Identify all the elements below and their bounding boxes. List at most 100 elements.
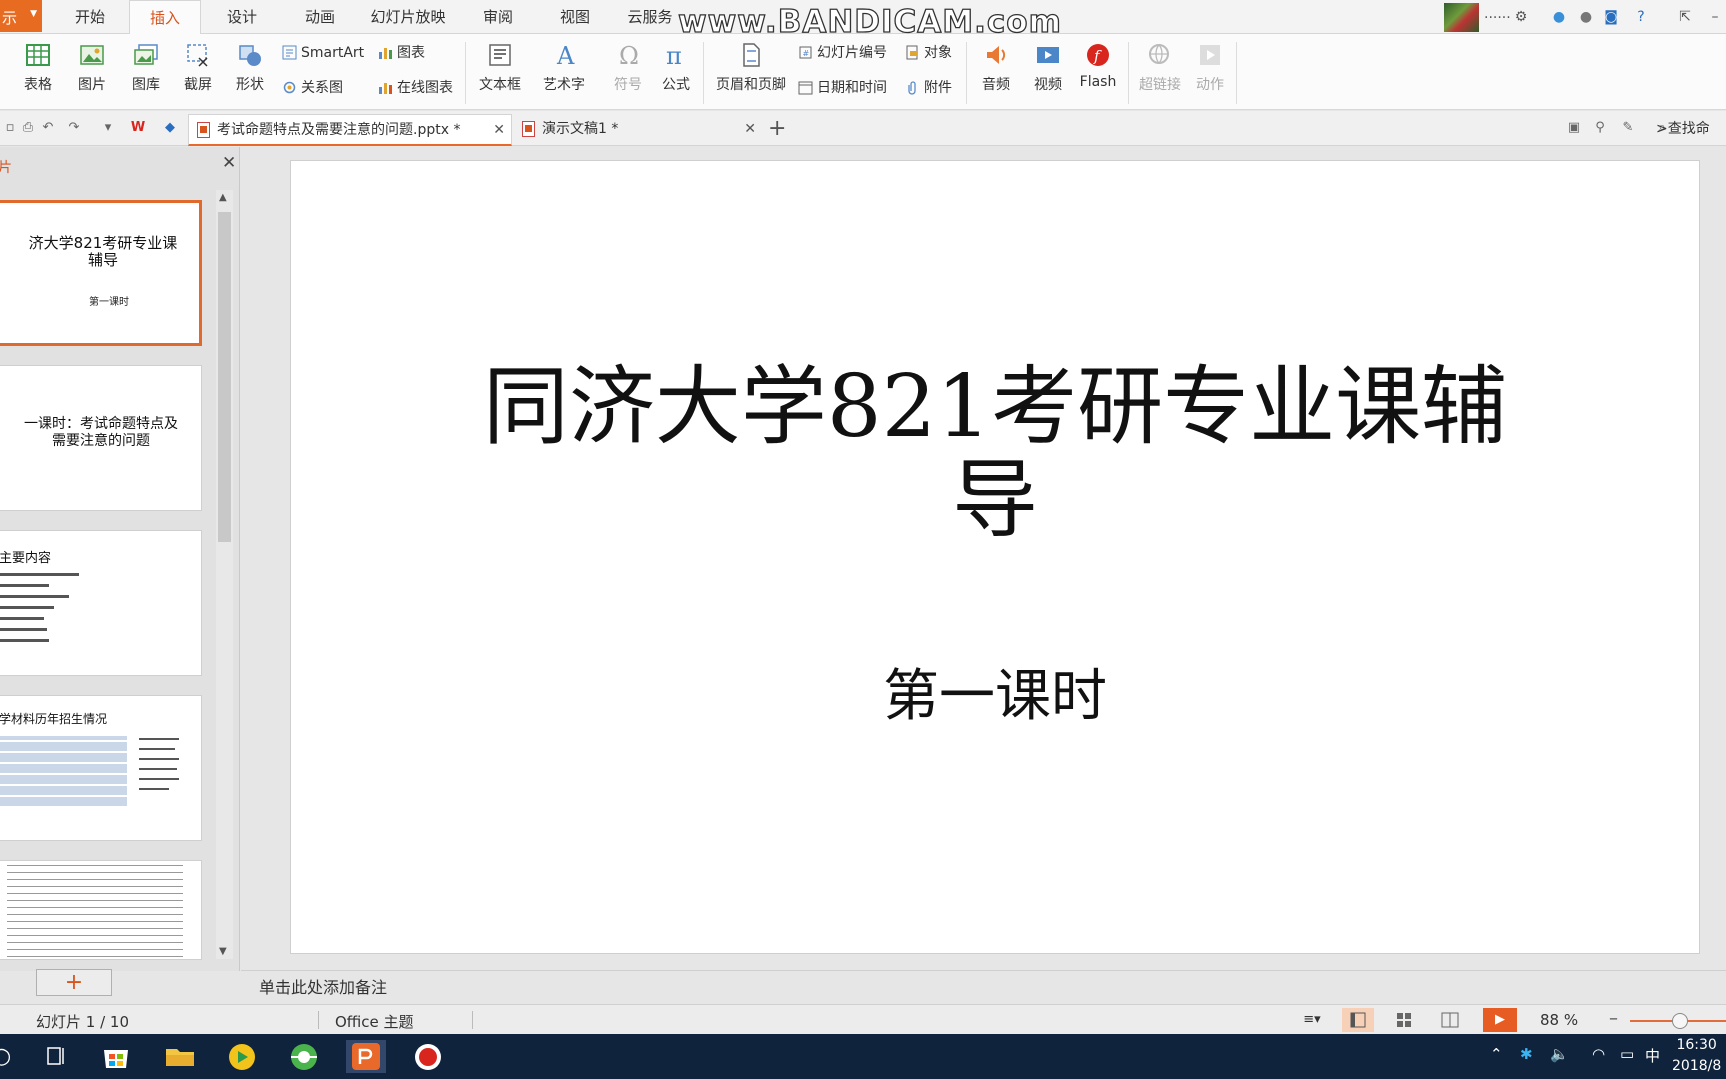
cortana-icon[interactable]: ○: [0, 1040, 32, 1073]
store-button[interactable]: [96, 1040, 136, 1073]
wordart-button[interactable]: A 艺术字: [536, 42, 592, 94]
table-button[interactable]: 表格: [18, 42, 58, 94]
gallery-button[interactable]: 图库: [124, 42, 168, 94]
slide-title[interactable]: 同济大学821考研专业课辅导: [291, 361, 1699, 547]
slide-subtitle[interactable]: 第一课时: [291, 651, 1699, 732]
relation-chart-button[interactable]: 关系图: [282, 77, 343, 99]
notes-pane[interactable]: 单击此处添加备注: [241, 970, 1726, 1004]
zoom-level[interactable]: 88 %: [1540, 1011, 1578, 1029]
date-time-button[interactable]: 日期和时间: [798, 77, 887, 99]
slide-thumbnail[interactable]: 主要内容: [0, 530, 202, 676]
quick-access-menu-icon[interactable]: ▾: [100, 120, 116, 136]
hyperlink-button[interactable]: 超链接: [1136, 42, 1184, 94]
share-icon[interactable]: ▣: [1566, 120, 1582, 136]
action-button[interactable]: 动作: [1190, 42, 1230, 94]
screenshot-button[interactable]: 截屏: [176, 42, 220, 94]
slide-thumbnail[interactable]: [0, 860, 202, 960]
tab-view[interactable]: 视图: [545, 0, 605, 34]
play-slideshow-button[interactable]: ▶: [1483, 1008, 1517, 1032]
tab-slideshow[interactable]: 幻灯片放映: [362, 0, 454, 34]
wifi-icon[interactable]: ◠: [1592, 1045, 1605, 1063]
task-view-button[interactable]: [36, 1040, 76, 1073]
audio-button[interactable]: 音频: [972, 42, 1020, 94]
undo-icon[interactable]: ↶: [40, 120, 56, 136]
music-player-button[interactable]: [222, 1040, 262, 1073]
doc-tab[interactable]: 演示文稿1 * ✕: [514, 114, 762, 146]
close-pane-icon[interactable]: ✕: [222, 153, 236, 173]
ime-indicator[interactable]: 中: [1645, 1045, 1660, 1066]
theme-name[interactable]: Office 主题: [335, 1011, 414, 1032]
comment-icon[interactable]: ✎: [1620, 120, 1636, 136]
template-icon[interactable]: ◆: [162, 120, 178, 136]
volume-icon[interactable]: 🔈: [1550, 1045, 1569, 1063]
print-icon[interactable]: ⎙: [20, 120, 36, 136]
print-preview-icon[interactable]: ▫: [2, 120, 18, 136]
tab-animation[interactable]: 动画: [290, 0, 350, 34]
formula-button[interactable]: π 公式: [654, 42, 698, 94]
help-icon[interactable]: ?: [1632, 8, 1650, 26]
scrollbar-thumb[interactable]: [218, 212, 231, 542]
slide-thumbnail[interactable]: 一课时：考试命题特点及需要注意的问题: [0, 365, 202, 511]
status-dot-icon[interactable]: ●: [1577, 8, 1595, 26]
pin-icon[interactable]: ⚲: [1592, 120, 1608, 136]
notes-toggle-icon[interactable]: ≡▾: [1296, 1008, 1328, 1032]
slide-number-button[interactable]: # 幻灯片编号: [798, 42, 887, 64]
zoom-slider-handle[interactable]: [1672, 1013, 1688, 1029]
attachment-button[interactable]: 附件: [905, 77, 952, 99]
tab-design[interactable]: 设计: [212, 0, 272, 34]
battery-icon[interactable]: ▭: [1620, 1045, 1634, 1063]
bandicam-button[interactable]: [408, 1040, 448, 1073]
wps-presentation-button[interactable]: [346, 1040, 386, 1073]
find-command[interactable]: >查找命: [1656, 118, 1710, 138]
zoom-out-icon[interactable]: –: [1609, 1008, 1618, 1029]
normal-view-button[interactable]: [1342, 1008, 1374, 1032]
header-footer-button[interactable]: 页眉和页脚: [712, 42, 790, 94]
settings-icon[interactable]: ⚙: [1512, 8, 1530, 26]
chart-button[interactable]: 图表: [378, 42, 425, 64]
tray-expand-icon[interactable]: ⌃: [1490, 1045, 1503, 1063]
file-explorer-button[interactable]: [160, 1040, 200, 1073]
minimize-window-icon[interactable]: –: [1706, 8, 1724, 26]
browser-button[interactable]: [284, 1040, 324, 1073]
add-tab-button[interactable]: +: [768, 116, 786, 141]
symbol-button[interactable]: Ω 符号: [606, 42, 650, 94]
smartart-icon: [282, 45, 297, 60]
slide-thumbnail[interactable]: 济大学821考研专业课辅导 第一课时: [0, 200, 202, 346]
picture-button[interactable]: 图片: [72, 42, 112, 94]
smartart-button[interactable]: SmartArt: [282, 42, 364, 64]
close-icon[interactable]: ✕: [493, 115, 505, 145]
taskbar-clock[interactable]: 16:30 2018/8: [1672, 1035, 1721, 1077]
tab-review[interactable]: 审阅: [468, 0, 528, 34]
reading-view-button[interactable]: [1434, 1008, 1466, 1032]
close-icon[interactable]: ✕: [744, 114, 756, 144]
slides-pane-label: 片: [0, 160, 12, 176]
skin-icon[interactable]: ◙: [1602, 8, 1620, 26]
scroll-up-icon[interactable]: ▲: [219, 192, 227, 203]
flash-button[interactable]: f Flash: [1078, 42, 1118, 90]
redo-icon[interactable]: ↷: [66, 120, 82, 136]
doc-tab-active[interactable]: 考试命题特点及需要注意的问题.pptx * ✕: [188, 114, 512, 146]
slide-canvas[interactable]: 同济大学821考研专业课辅导 第一课时: [291, 161, 1699, 953]
tab-home[interactable]: 开始: [60, 0, 120, 34]
app-menu-button[interactable]: 示 ▼: [0, 0, 42, 32]
tab-insert[interactable]: 插入: [129, 0, 201, 35]
user-name[interactable]: ......: [1484, 6, 1511, 22]
tab-cloud[interactable]: 云服务: [620, 0, 680, 34]
user-avatar[interactable]: [1444, 3, 1479, 32]
wps-logo-icon[interactable]: W: [130, 120, 146, 136]
video-button[interactable]: 视频: [1024, 42, 1072, 94]
add-slide-button[interactable]: +: [36, 969, 112, 996]
browser-icon[interactable]: ●: [1550, 8, 1568, 26]
speaker-icon: [987, 46, 1006, 64]
slide-sorter-button[interactable]: [1388, 1008, 1420, 1032]
music-player-icon: [229, 1044, 255, 1070]
restore-window-icon[interactable]: ⇱: [1676, 8, 1694, 26]
slides-pane-scrollbar[interactable]: ▲ ▼: [216, 190, 233, 959]
textbox-button[interactable]: 文本框: [472, 42, 528, 94]
online-chart-button[interactable]: 在线图表: [378, 77, 453, 99]
object-button[interactable]: 对象: [905, 42, 952, 64]
scroll-down-icon[interactable]: ▼: [219, 946, 227, 957]
tray-app-icon[interactable]: ✱: [1520, 1045, 1533, 1063]
shape-button[interactable]: 形状: [228, 42, 272, 94]
slide-thumbnail[interactable]: 学材料历年招生情况: [0, 695, 202, 841]
